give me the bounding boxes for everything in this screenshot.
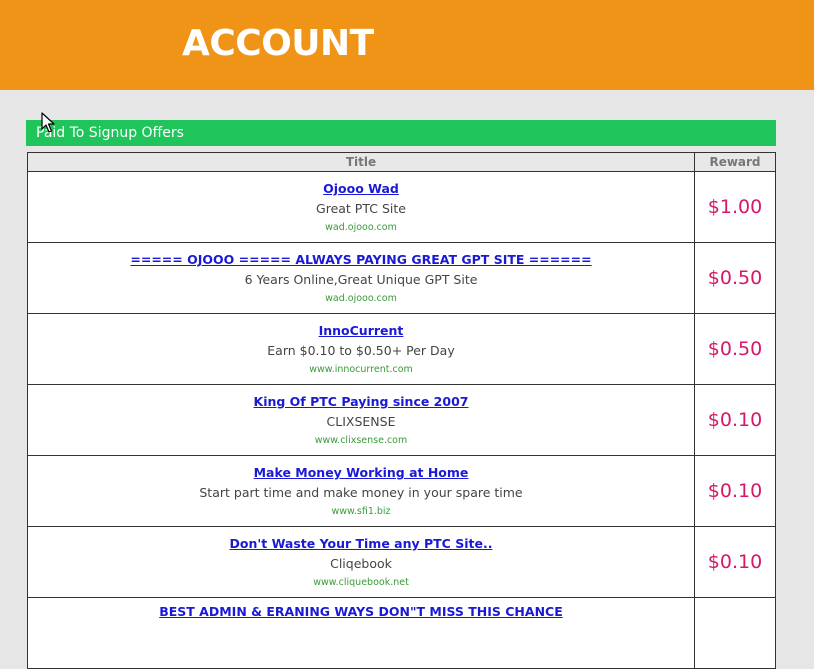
section-header: Paid To Signup Offers: [26, 120, 776, 146]
offer-cell: BEST ADMIN & ERANING WAYS DON"T MISS THI…: [27, 597, 695, 669]
section-title: Paid To Signup Offers: [36, 125, 184, 141]
reward-cell: [694, 597, 776, 669]
reward-amount: $0.10: [707, 409, 763, 431]
table-header-row: Title Reward: [27, 152, 776, 172]
table-row: InnoCurrent Earn $0.10 to $0.50+ Per Day…: [27, 313, 776, 385]
offer-cell: Make Money Working at Home Start part ti…: [27, 455, 695, 527]
offer-description: Cliqebook: [330, 556, 392, 571]
table-row: King Of PTC Paying since 2007 CLIXSENSE …: [27, 384, 776, 456]
page-title: ACCOUNT: [182, 23, 374, 64]
reward-amount: $0.10: [707, 551, 763, 573]
reward-amount: $0.50: [707, 338, 763, 360]
offer-url: www.innocurrent.com: [309, 364, 413, 375]
reward-amount: $0.10: [707, 480, 763, 502]
offer-cell: InnoCurrent Earn $0.10 to $0.50+ Per Day…: [27, 313, 695, 385]
offer-link[interactable]: ===== OJOOO ===== ALWAYS PAYING GREAT GP…: [28, 252, 694, 268]
reward-amount: $1.00: [707, 196, 763, 218]
offer-description: 6 Years Online,Great Unique GPT Site: [244, 272, 478, 287]
offer-link[interactable]: InnoCurrent: [28, 323, 694, 339]
offer-description: CLIXSENSE: [326, 414, 396, 429]
offer-description: Great PTC Site: [316, 201, 406, 216]
mouse-cursor-icon: [41, 112, 55, 133]
offer-cell: King Of PTC Paying since 2007 CLIXSENSE …: [27, 384, 695, 456]
reward-cell: $0.10: [694, 526, 776, 598]
table-row: Don't Waste Your Time any PTC Site.. Cli…: [27, 526, 776, 598]
offer-link[interactable]: Don't Waste Your Time any PTC Site..: [28, 536, 694, 552]
table-row: BEST ADMIN & ERANING WAYS DON"T MISS THI…: [27, 597, 776, 669]
offer-description: Start part time and make money in your s…: [199, 485, 523, 500]
reward-amount: $0.50: [707, 267, 763, 289]
reward-cell: $0.50: [694, 242, 776, 314]
offer-link[interactable]: King Of PTC Paying since 2007: [28, 394, 694, 410]
offer-link[interactable]: Make Money Working at Home: [28, 465, 694, 481]
offer-url: wad.ojooo.com: [325, 222, 397, 233]
offer-url: www.clixsense.com: [314, 435, 408, 446]
reward-cell: $0.10: [694, 455, 776, 527]
offer-link[interactable]: Ojooo Wad: [28, 181, 694, 197]
table-row: ===== OJOOO ===== ALWAYS PAYING GREAT GP…: [27, 242, 776, 314]
offer-url: wad.ojooo.com: [325, 293, 397, 304]
table-row: Ojooo Wad Great PTC Site wad.ojooo.com $…: [27, 171, 776, 243]
offer-url: www.sfi1.biz: [331, 506, 391, 517]
offers-table-container: Title Reward Ojooo Wad Great PTC Site wa…: [27, 152, 776, 669]
offers-table: Title Reward Ojooo Wad Great PTC Site wa…: [27, 152, 776, 669]
table-row: Make Money Working at Home Start part ti…: [27, 455, 776, 527]
offer-description: Earn $0.10 to $0.50+ Per Day: [267, 343, 455, 358]
offer-url: www.cliquebook.net: [313, 577, 409, 588]
column-header-title: Title: [27, 152, 695, 172]
column-header-reward: Reward: [694, 152, 776, 172]
reward-cell: $1.00: [694, 171, 776, 243]
page-header: ACCOUNT: [0, 0, 814, 90]
reward-cell: $0.50: [694, 313, 776, 385]
offer-link[interactable]: BEST ADMIN & ERANING WAYS DON"T MISS THI…: [28, 604, 694, 620]
offer-cell: Ojooo Wad Great PTC Site wad.ojooo.com: [27, 171, 695, 243]
offer-cell: ===== OJOOO ===== ALWAYS PAYING GREAT GP…: [27, 242, 695, 314]
reward-cell: $0.10: [694, 384, 776, 456]
offer-cell: Don't Waste Your Time any PTC Site.. Cli…: [27, 526, 695, 598]
